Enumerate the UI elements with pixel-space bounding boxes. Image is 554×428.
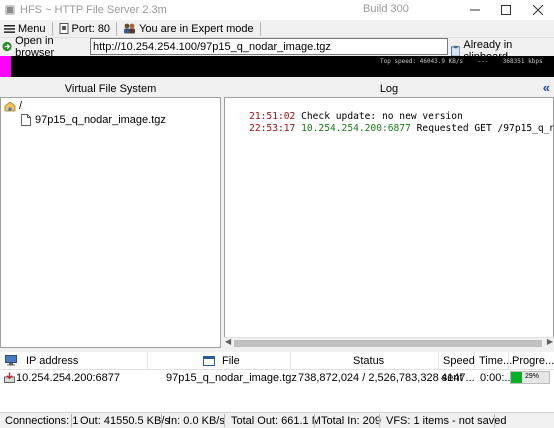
window-title: HFS ~ HTTP File Server 2.3m bbox=[20, 4, 167, 16]
column-divider bbox=[474, 352, 475, 370]
connection-progress-bar: 29% bbox=[510, 371, 550, 384]
connection-ip: 10.254.254.200:6877 bbox=[16, 372, 120, 384]
toolbar-separator bbox=[259, 21, 261, 36]
log-view[interactable]: 21:51:02 Check update: no new version 22… bbox=[224, 97, 554, 348]
toolbar-separator bbox=[51, 21, 53, 36]
graph-bar bbox=[0, 56, 11, 77]
log-text: Requested GET /97p15_q_nodar_image.tgz bbox=[416, 123, 553, 134]
col-file[interactable]: File bbox=[222, 355, 240, 367]
toolbar-separator bbox=[116, 21, 118, 36]
status-total-in: Total In: 209 bbox=[321, 415, 381, 427]
url-field[interactable] bbox=[90, 38, 448, 55]
connection-file: 97p15_q_nodar_image.tgz bbox=[166, 372, 297, 384]
connection-row[interactable]: 10.254.254.200:6877 97p15_q_nodar_image.… bbox=[0, 370, 554, 386]
mode-label: You are in Expert mode bbox=[139, 22, 254, 35]
log-panel-header: Log « bbox=[224, 80, 554, 97]
title-bar: HFS ~ HTTP File Server 2.3m Build 300 bbox=[0, 0, 554, 20]
connection-time: 0:00:... bbox=[480, 372, 514, 384]
menu-label: Menu bbox=[18, 22, 46, 35]
log-title: Log bbox=[379, 82, 399, 95]
connection-speed: 4147... bbox=[441, 372, 475, 384]
minimize-button[interactable] bbox=[460, 0, 490, 20]
scroll-right-icon[interactable]: ▶ bbox=[547, 337, 553, 346]
status-separator bbox=[161, 414, 162, 427]
log-time: 22:53:17 bbox=[249, 123, 296, 134]
hamburger-icon bbox=[4, 24, 15, 33]
bandwidth-graph: Top speed: 46043.9 KB/s --- 368351 kbps bbox=[0, 56, 554, 77]
open-in-browser-button[interactable]: Open in browser bbox=[0, 35, 89, 59]
col-status[interactable]: Status bbox=[353, 355, 384, 367]
log-horizontal-scrollbar[interactable]: ◀ ▶ bbox=[224, 337, 554, 348]
top-speed-label: Top speed: 46043.9 KB/s --- 368351 kbps bbox=[380, 58, 543, 65]
vfs-root-label: / bbox=[19, 100, 23, 112]
log-line: 22:53:17 10.254.254.200:6877 Requested G… bbox=[226, 112, 553, 145]
status-separator bbox=[224, 414, 225, 427]
computer-icon bbox=[5, 355, 17, 366]
col-ip-address[interactable]: IP address bbox=[26, 355, 78, 367]
close-button[interactable] bbox=[523, 0, 553, 20]
scroll-left-icon[interactable]: ◀ bbox=[225, 337, 231, 346]
maximize-icon bbox=[501, 5, 511, 15]
connections-empty-area bbox=[0, 386, 554, 412]
status-separator bbox=[379, 414, 380, 427]
col-speed[interactable]: Speed bbox=[443, 355, 475, 367]
collapse-log-icon[interactable]: « bbox=[543, 80, 550, 95]
home-folder-icon bbox=[4, 100, 16, 111]
vfs-root-item[interactable]: / bbox=[4, 100, 22, 112]
expert-mode-button[interactable]: You are in Expert mode bbox=[119, 21, 258, 37]
column-divider bbox=[290, 352, 291, 370]
status-separator bbox=[494, 414, 495, 427]
status-connections: Connections: 1 bbox=[5, 415, 79, 427]
status-out: Out: 41550.5 KB/s bbox=[80, 415, 170, 427]
maximize-button[interactable] bbox=[491, 0, 521, 20]
minimize-icon bbox=[470, 9, 480, 11]
col-progress[interactable]: Progre... bbox=[512, 355, 554, 367]
connections-header: IP address File Status Speed Time... Pro… bbox=[0, 352, 554, 370]
log-ip: 10.254.254.200:6877 bbox=[301, 123, 411, 134]
connection-status: 738,872,024 / 2,526,783,328 sent bbox=[298, 372, 463, 384]
vfs-panel-header: Virtual File System bbox=[0, 80, 221, 97]
close-icon bbox=[533, 5, 543, 15]
download-icon bbox=[4, 372, 15, 383]
vfs-tree[interactable]: / 97p15_q_nodar_image.tgz bbox=[0, 97, 221, 348]
status-bar: Connections: 1 Out: 41550.5 KB/s In: 0.0… bbox=[0, 412, 554, 428]
vfs-file-item[interactable]: 97p15_q_nodar_image.tgz bbox=[21, 114, 166, 126]
status-separator bbox=[71, 414, 72, 427]
progress-fill bbox=[511, 372, 523, 383]
vfs-title: Virtual File System bbox=[64, 82, 157, 95]
port-label: Port: 80 bbox=[71, 22, 111, 35]
browser-arrow-icon bbox=[2, 41, 12, 52]
status-separator bbox=[314, 414, 315, 427]
url-bar: Open in browser Already in clipboard bbox=[0, 35, 554, 63]
network-port-icon bbox=[59, 23, 69, 34]
progress-label: 29% bbox=[525, 373, 540, 380]
open-in-browser-label: Open in browser bbox=[15, 34, 55, 59]
column-divider bbox=[438, 352, 439, 370]
file-icon bbox=[21, 114, 31, 126]
column-divider bbox=[508, 352, 509, 370]
column-divider bbox=[147, 352, 148, 370]
vfs-file-label: 97p15_q_nodar_image.tgz bbox=[35, 114, 166, 126]
window-icon bbox=[203, 356, 215, 366]
hfs-app-icon bbox=[5, 5, 15, 15]
status-total-out: Total Out: 661.1 M bbox=[231, 415, 321, 427]
status-vfs: VFS: 1 items - not saved bbox=[386, 415, 507, 427]
users-icon bbox=[124, 23, 136, 34]
scroll-thumb[interactable] bbox=[234, 340, 542, 347]
build-label: Build 300 bbox=[363, 3, 409, 15]
status-in: In: 0.0 KB/s bbox=[168, 415, 225, 427]
